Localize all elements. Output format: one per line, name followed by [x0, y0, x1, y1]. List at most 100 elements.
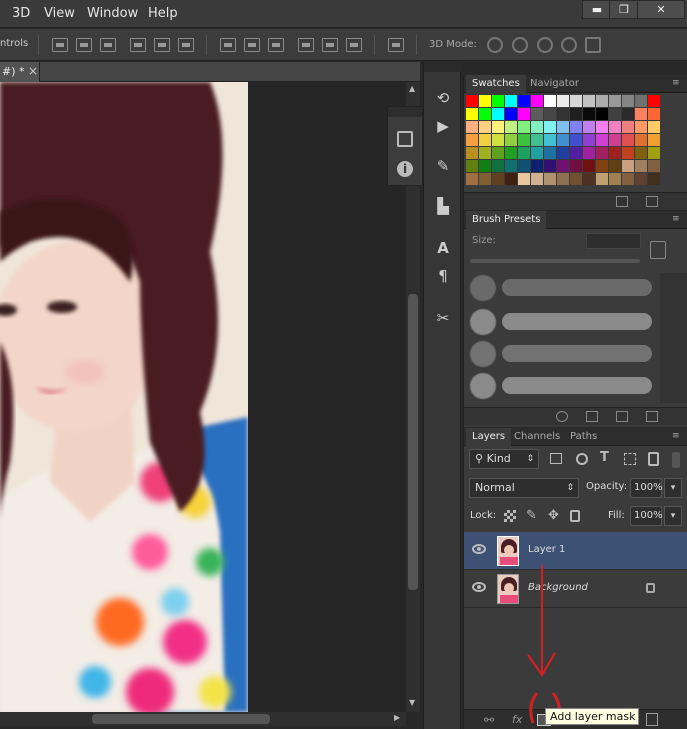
color-swatch[interactable] [531, 108, 543, 120]
align-hcenter-icon[interactable] [154, 38, 170, 52]
size-field[interactable] [586, 233, 641, 249]
color-swatch[interactable] [622, 121, 634, 133]
color-swatch[interactable] [466, 108, 478, 120]
color-swatch[interactable] [518, 134, 530, 146]
color-swatch[interactable] [648, 173, 660, 185]
brush-settings-icon[interactable] [650, 241, 666, 259]
color-swatch[interactable] [609, 173, 621, 185]
color-swatch[interactable] [544, 108, 556, 120]
color-swatch[interactable] [505, 173, 517, 185]
color-swatch[interactable] [570, 147, 582, 159]
history-icon[interactable]: ⟲ [432, 88, 454, 108]
color-swatch[interactable] [648, 95, 660, 107]
brush-list-scrollbar[interactable] [660, 273, 687, 403]
auto-align-icon[interactable] [388, 38, 404, 52]
color-swatch[interactable] [466, 147, 478, 159]
color-swatch[interactable] [648, 160, 660, 172]
color-swatch[interactable] [466, 95, 478, 107]
lock-position-icon[interactable]: ✥ [548, 508, 559, 523]
color-swatch[interactable] [609, 108, 621, 120]
color-swatch[interactable] [583, 147, 595, 159]
color-swatch[interactable] [596, 108, 608, 120]
color-swatch[interactable] [583, 160, 595, 172]
color-swatch[interactable] [557, 108, 569, 120]
color-swatch[interactable] [635, 108, 647, 120]
color-swatch[interactable] [466, 134, 478, 146]
size-slider[interactable] [470, 259, 640, 263]
panel-menu-icon[interactable]: ≡ [672, 78, 684, 88]
align-bottom-icon[interactable] [100, 38, 116, 52]
color-swatch[interactable] [505, 121, 517, 133]
color-swatch[interactable] [557, 160, 569, 172]
clone-source-icon[interactable]: ▙ [432, 196, 454, 216]
scroll-up-icon[interactable]: ▲ [409, 84, 415, 93]
color-swatch[interactable] [544, 173, 556, 185]
color-swatch[interactable] [544, 147, 556, 159]
color-swatch[interactable] [635, 121, 647, 133]
close-tab-icon[interactable]: × [28, 64, 38, 78]
blend-mode-select[interactable]: Normal ⇕ [469, 478, 579, 498]
color-swatch[interactable] [544, 160, 556, 172]
color-swatch[interactable] [622, 108, 634, 120]
filter-type-icon[interactable]: T [600, 450, 609, 465]
lock-all-icon[interactable] [570, 510, 580, 522]
color-swatch[interactable] [505, 147, 517, 159]
color-swatch[interactable] [479, 147, 491, 159]
filter-pixel-icon[interactable] [550, 453, 562, 464]
info-icon[interactable]: i [397, 161, 413, 177]
dock-header[interactable] [424, 62, 461, 72]
horizontal-scrollbar[interactable]: ▶ [0, 712, 406, 726]
distribute-bottom-icon[interactable] [268, 38, 284, 52]
tool-presets-icon[interactable]: ✂ [432, 308, 454, 328]
color-swatch[interactable] [609, 147, 621, 159]
align-left-icon[interactable] [130, 38, 146, 52]
color-swatch[interactable] [648, 108, 660, 120]
brush-preset-item[interactable] [466, 337, 658, 371]
color-swatch[interactable] [570, 108, 582, 120]
color-swatch[interactable] [492, 173, 504, 185]
color-swatch[interactable] [466, 173, 478, 185]
brush-list[interactable] [464, 273, 658, 403]
color-swatch[interactable] [531, 173, 543, 185]
delete-swatch-icon[interactable] [646, 196, 658, 207]
color-swatch[interactable] [479, 121, 491, 133]
color-swatch[interactable] [609, 160, 621, 172]
layer-kind-filter[interactable]: ⚲ Kind ⇕ [469, 449, 539, 469]
color-swatch[interactable] [570, 121, 582, 133]
paragraph-icon[interactable]: ¶ [432, 266, 454, 286]
color-swatch[interactable] [635, 147, 647, 159]
color-swatch[interactable] [479, 173, 491, 185]
color-swatch[interactable] [466, 160, 478, 172]
actions-icon[interactable]: ▶ [432, 116, 454, 136]
tab-layers[interactable]: Layers [466, 428, 512, 446]
opacity-dropdown-icon[interactable]: ▾ [664, 478, 682, 498]
color-swatch[interactable] [505, 95, 517, 107]
new-brush-icon[interactable] [616, 411, 628, 422]
color-swatch[interactable] [635, 160, 647, 172]
align-vcenter-icon[interactable] [76, 38, 92, 52]
distribute-left-icon[interactable] [298, 38, 314, 52]
filter-toggle[interactable] [672, 452, 680, 468]
color-swatch[interactable] [492, 95, 504, 107]
color-swatch[interactable] [622, 134, 634, 146]
tab-navigator[interactable]: Navigator [524, 75, 585, 93]
tab-brush-presets[interactable]: Brush Presets [466, 211, 547, 229]
color-swatch[interactable] [583, 121, 595, 133]
color-swatch[interactable] [570, 173, 582, 185]
delete-layer-icon[interactable] [646, 713, 658, 726]
color-swatch[interactable] [518, 160, 530, 172]
document-tab[interactable]: #) * × [0, 62, 40, 82]
minimize-button[interactable]: ▬ [582, 0, 612, 19]
color-swatch[interactable] [596, 121, 608, 133]
color-swatch[interactable] [583, 173, 595, 185]
color-swatch[interactable] [531, 160, 543, 172]
color-swatch[interactable] [492, 147, 504, 159]
color-swatch[interactable] [609, 95, 621, 107]
color-swatch[interactable] [518, 121, 530, 133]
menu-3d[interactable]: 3D [12, 6, 30, 21]
color-swatch[interactable] [570, 160, 582, 172]
color-swatch[interactable] [531, 147, 543, 159]
color-swatch[interactable] [531, 121, 543, 133]
color-swatch[interactable] [557, 134, 569, 146]
color-swatch[interactable] [557, 147, 569, 159]
